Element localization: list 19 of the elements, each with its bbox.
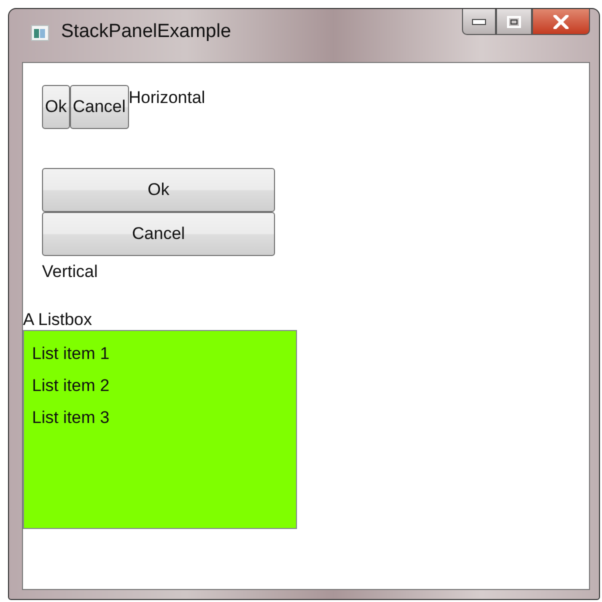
listbox[interactable]: List item 1 List item 2 List item 3 xyxy=(23,330,297,529)
maximize-icon xyxy=(507,16,521,28)
panel-label: Horizontal xyxy=(128,88,206,108)
panel-button[interactable]: Cancel xyxy=(42,212,275,256)
list-item[interactable]: List item 2 xyxy=(32,370,110,402)
list-item[interactable]: List item 3 xyxy=(32,402,110,434)
close-button[interactable] xyxy=(532,9,590,35)
maximize-button[interactable] xyxy=(496,9,532,35)
minimize-button[interactable] xyxy=(462,9,496,35)
panel-button[interactable]: Ok xyxy=(42,168,275,212)
panel-label: Vertical xyxy=(42,262,98,282)
close-icon xyxy=(553,14,569,28)
panel-button[interactable]: Ok xyxy=(42,85,70,129)
window-title: StackPanelExample xyxy=(61,21,232,43)
listbox-label: A Listbox xyxy=(23,310,92,330)
minimize-icon xyxy=(472,18,486,24)
window-icon xyxy=(31,25,49,41)
list-item[interactable]: List item 1 xyxy=(32,338,110,370)
panel-button[interactable]: Cancel xyxy=(70,85,129,129)
